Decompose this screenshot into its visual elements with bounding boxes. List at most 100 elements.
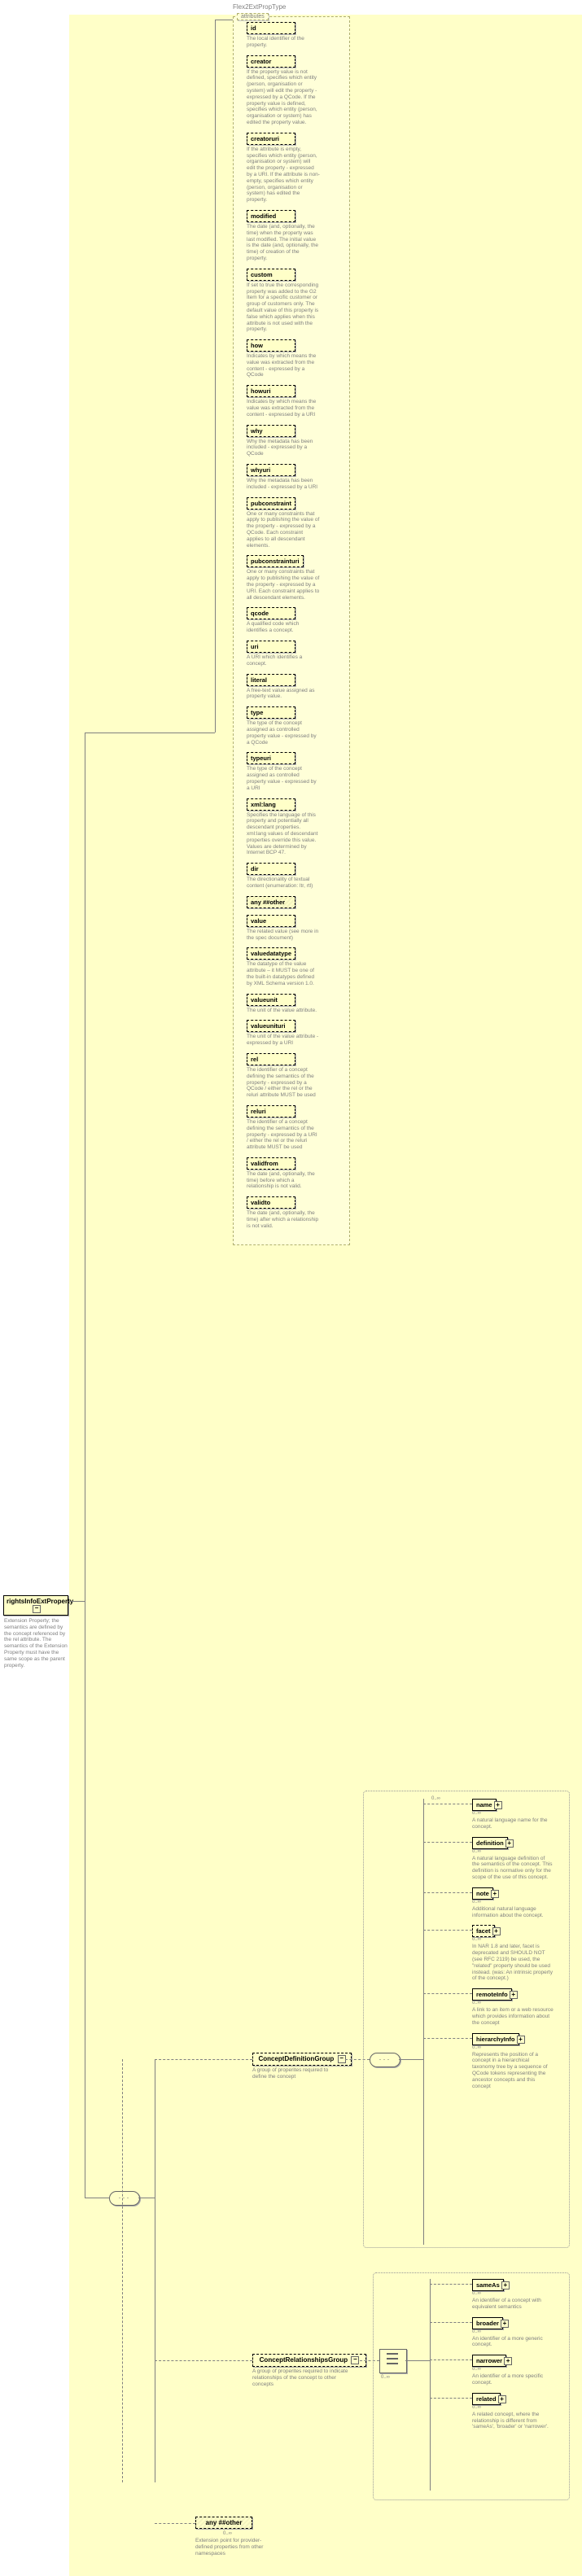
attribute-label[interactable]: creator xyxy=(247,55,295,68)
attribute-item: validtoThe date (and, optionally, the ti… xyxy=(247,1196,336,1229)
connector xyxy=(155,2059,252,2060)
concept-relationships-group[interactable]: ConceptRelationshipsGroup − xyxy=(252,2354,366,2367)
attribute-label[interactable]: how xyxy=(247,339,295,352)
connector xyxy=(430,2398,472,2399)
child-label[interactable]: note+ xyxy=(472,1887,493,1900)
child-element: definition+0..∞A natural language defini… xyxy=(472,1837,558,1881)
attribute-label[interactable]: id xyxy=(247,22,295,34)
attribute-label[interactable]: custom xyxy=(247,269,295,281)
attribute-label[interactable]: qcode xyxy=(247,607,295,619)
attribute-item: validfromThe date (and, optionally, the … xyxy=(247,1157,336,1190)
attribute-desc: The date (and, optionally, the time) aft… xyxy=(247,1210,320,1229)
attribute-label[interactable]: rel xyxy=(247,1053,295,1065)
attribute-label[interactable]: howuri xyxy=(247,385,295,397)
attribute-item: reluri The identifier of a concept defini… xyxy=(247,1105,336,1151)
attribute-desc: The identifier of a concept defining the… xyxy=(247,1119,320,1151)
cardinality: 0..∞ xyxy=(472,2291,558,2296)
child-element: related+0..∞A related concept, where the… xyxy=(472,2393,558,2430)
attribute-label[interactable]: type xyxy=(247,706,295,719)
any-other-element[interactable]: any ##other xyxy=(195,2517,252,2529)
root-node-box[interactable]: rightsInfoExtProperty − xyxy=(3,1595,68,1616)
concept-definition-group[interactable]: ConceptDefinitionGroup − xyxy=(252,2053,352,2066)
attribute-label[interactable]: literal xyxy=(247,674,295,686)
cardinality: 0..∞ xyxy=(223,2531,232,2536)
child-element: sameAs+0..∞ An identifier of a concept wi… xyxy=(472,2279,558,2311)
def-children-panel: name+0..∞A natural language name for the… xyxy=(472,1799,558,2096)
expand-icon[interactable]: + xyxy=(504,2357,512,2365)
attribute-label[interactable]: value xyxy=(247,915,295,927)
connector xyxy=(155,2360,252,2361)
attribute-label[interactable]: validto xyxy=(247,1196,295,1209)
child-label[interactable]: narrower+ xyxy=(472,2355,506,2367)
child-label[interactable]: related+ xyxy=(472,2393,501,2405)
cardinality: 0..∞ xyxy=(472,1811,558,1816)
child-label[interactable]: hierarchyInfo+ xyxy=(472,2033,519,2045)
root-node-label: rightsInfoExtProperty xyxy=(7,1598,73,1605)
attribute-label[interactable]: creatoruri xyxy=(247,133,295,145)
attribute-label[interactable]: pubconstraint xyxy=(247,497,295,510)
attribute-desc: If set to true the corresponding propert… xyxy=(247,282,320,333)
expand-icon[interactable]: + xyxy=(517,2036,525,2044)
attribute-label[interactable]: xml:lang xyxy=(247,798,295,811)
attribute-item: whyWhy the metadata has been included - … xyxy=(247,425,336,457)
attribute-item: id The local identifier of the property. xyxy=(247,22,336,49)
collapse-icon[interactable]: − xyxy=(33,1605,41,1613)
child-desc: A natural language name for the concept. xyxy=(472,1817,554,1830)
attribute-label[interactable]: pubconstrainturi xyxy=(247,555,304,567)
attribute-label[interactable]: reluri xyxy=(247,1105,295,1117)
child-label[interactable]: sameAs+ xyxy=(472,2279,504,2291)
attribute-label[interactable]: why xyxy=(247,425,295,437)
child-desc: An identifier of a concept with equivale… xyxy=(472,2298,554,2311)
child-desc: An identifier of a more specific concept… xyxy=(472,2373,554,2386)
expand-icon[interactable]: + xyxy=(505,1839,514,1848)
attribute-label[interactable]: modified xyxy=(247,210,295,222)
child-element: note+0..∞Additional natural language inf… xyxy=(472,1887,558,1919)
child-desc: Represents the position of a concept in … xyxy=(472,2052,554,2090)
attribute-item: dirThe directionality of textual content… xyxy=(247,863,336,890)
cardinality: 0..∞ xyxy=(472,2001,558,2005)
child-label[interactable]: broader+ xyxy=(472,2317,503,2329)
any-other-label: any ##other xyxy=(206,2519,243,2526)
attribute-label[interactable]: whyuri xyxy=(247,464,295,476)
attribute-desc: Why the metadata has been included - exp… xyxy=(247,478,320,491)
expand-icon[interactable]: + xyxy=(510,1991,518,1999)
child-desc: An identifier of a more generic concept. xyxy=(472,2336,554,2349)
expand-icon[interactable]: + xyxy=(494,1801,502,1809)
cardinality: 0..∞ xyxy=(472,2329,558,2334)
expand-icon[interactable]: + xyxy=(498,2395,506,2403)
attribute-label[interactable]: uri xyxy=(247,641,295,653)
attribute-label[interactable]: typeuri xyxy=(247,752,295,764)
expand-icon[interactable]: + xyxy=(491,1890,499,1898)
connector xyxy=(423,1930,472,1931)
cardinality: 0..∞ xyxy=(472,1937,558,1942)
child-label[interactable]: remoteInfo+ xyxy=(472,1988,512,2001)
attribute-label[interactable]: valueunit xyxy=(247,994,295,1006)
child-element: broader+0..∞ An identifier of a more gene… xyxy=(472,2317,558,2349)
child-label[interactable]: name+ xyxy=(472,1799,497,1811)
rel-children-panel: sameAs+0..∞An identifier of a concept wi… xyxy=(472,2279,558,2437)
attribute-label[interactable]: dir xyxy=(247,863,295,875)
attribute-label[interactable]: valuedatatype xyxy=(247,947,295,960)
cardinality: 0..∞ xyxy=(431,1796,440,1801)
attribute-item: pubconstraintOne or many constraints tha… xyxy=(247,497,336,549)
child-label[interactable]: facet+ xyxy=(472,1925,495,1937)
connector xyxy=(68,1601,85,1602)
child-element: narrower+0..∞An identifier of a more spe… xyxy=(472,2355,558,2386)
cardinality: 0..∞ xyxy=(472,2367,558,2372)
attribute-desc: Specifies the language of this property … xyxy=(247,812,320,857)
attribute-desc: The local identifier of the property. xyxy=(247,36,320,49)
attribute-item: typeuriThe type of the concept assigned … xyxy=(247,752,336,791)
expand-icon[interactable]: + xyxy=(492,1927,501,1935)
any-other-desc: Extension point for provider-defined pro… xyxy=(195,2538,269,2556)
attribute-label[interactable]: any ##other xyxy=(247,896,295,908)
connector xyxy=(430,2322,472,2323)
connector xyxy=(423,1993,472,1994)
collapse-icon[interactable]: − xyxy=(351,2356,359,2364)
attribute-item: creatorIf the property value is not defi… xyxy=(247,55,336,126)
attribute-item: howuriIndicates by which means the value… xyxy=(247,385,336,418)
attribute-label[interactable]: valueunituri xyxy=(247,1020,295,1032)
attribute-label[interactable]: validfrom xyxy=(247,1157,295,1170)
expand-icon[interactable]: + xyxy=(501,2320,509,2328)
child-label[interactable]: definition+ xyxy=(472,1837,508,1849)
expand-icon[interactable]: + xyxy=(501,2281,510,2290)
